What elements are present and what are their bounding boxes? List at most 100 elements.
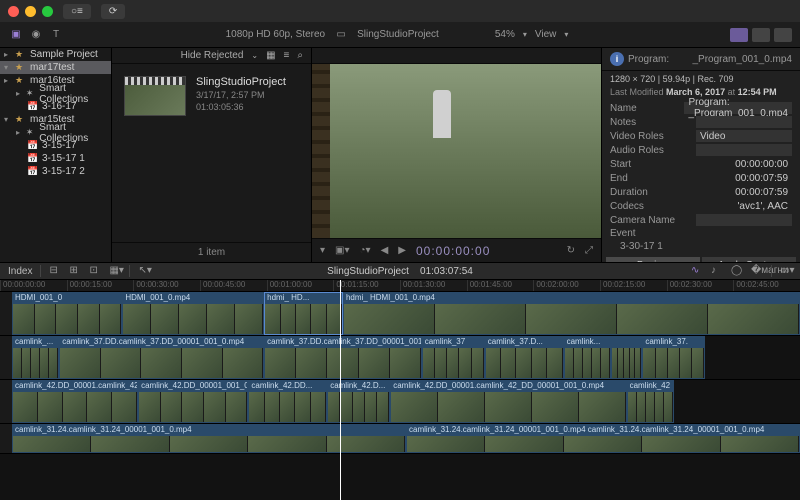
sidebar-item[interactable]: ▾★mar17test — [0, 61, 111, 74]
view-menu[interactable]: View — [535, 29, 557, 40]
loop-icon[interactable]: ↻ — [567, 245, 575, 256]
search-icon[interactable]: ⌕ — [297, 50, 303, 61]
disclosure-icon[interactable]: ▸ — [4, 50, 12, 59]
zoom-window-icon[interactable] — [42, 6, 53, 17]
toolbar-button-1[interactable]: ○≡ — [63, 4, 91, 19]
toolbar-button-2[interactable]: ⟳ — [101, 4, 125, 19]
insert-icon[interactable]: ⊞ — [69, 265, 81, 277]
timeline-clip[interactable]: camlink_42.DD_00001.camlink_42_DD_00001_… — [390, 380, 626, 423]
ruler-tick: 00:00:30:00 — [133, 280, 200, 291]
event-star-icon: ★ — [15, 49, 27, 60]
skimming-icon[interactable]: ∿ — [691, 265, 703, 277]
list-view-icon[interactable]: ≡ — [284, 50, 290, 61]
disclosure-icon[interactable]: ▾ — [4, 115, 12, 124]
inspector-value[interactable] — [696, 214, 792, 226]
app-toolbar: ▣ ◉ T 1080p HD 60p, Stereo ▭ SlingStudio… — [0, 22, 800, 48]
workspace-1-icon[interactable] — [730, 28, 748, 42]
timeline-track[interactable]: camlink_42.DD_00001.camlink_42_DD_00001_… — [0, 380, 800, 424]
inspector-value[interactable]: Program: _Program_001_0.mp4 — [684, 102, 792, 114]
hide-rejected-menu[interactable]: Hide Rejected — [181, 50, 244, 61]
inspector-key: Notes — [610, 117, 696, 128]
timeline-ruler[interactable]: 00:00:00:0000:00:15:0000:00:30:0000:00:4… — [0, 280, 800, 292]
workspace-3-icon[interactable] — [774, 28, 792, 42]
clip-label: HDMI_001_0.mp4 — [123, 293, 263, 304]
index-button[interactable]: Index — [8, 266, 32, 277]
library-icon[interactable]: ▣ — [8, 27, 24, 43]
viewer-image[interactable] — [330, 64, 601, 238]
library-sidebar: ▸★Sample Project▾★mar17test▸★mar16test▸✶… — [0, 48, 112, 262]
sidebar-item[interactable]: 📅3-15-17 1 — [0, 152, 111, 165]
retime-icon[interactable]: ◔▾ — [360, 245, 371, 256]
overwrite-icon[interactable]: ▦▾ — [109, 265, 121, 277]
titles-icon[interactable]: T — [48, 27, 64, 43]
connect-icon[interactable]: ⊟ — [49, 265, 61, 277]
clip-item[interactable]: SlingStudioProject 3/17/17, 2:57 PM 01:0… — [112, 64, 311, 128]
clip-appearance-icon[interactable]: ▭▾ — [780, 265, 792, 277]
disclosure-icon[interactable]: ▸ — [4, 76, 12, 85]
timeline-clip[interactable]: HDMI_001_0 — [12, 292, 122, 335]
timeline-clip[interactable]: camlink_37.DD.camlink_37.DD_00001_001_0.… — [264, 336, 422, 379]
timeline-clip[interactable]: camlink... — [564, 336, 611, 379]
timeline-clip[interactable]: camlink_42.DD_00001_001_0.mp4 — [138, 380, 248, 423]
last-modified-date: March 6, 2017 — [666, 87, 725, 97]
event-star-icon: ★ — [15, 62, 27, 73]
timeline-clip[interactable]: camlink_31.24.camlink_31.24_00001_001_0.… — [12, 424, 406, 453]
timeline-clip[interactable]: camlink_37 — [422, 336, 485, 379]
info-icon[interactable]: i — [610, 52, 624, 66]
audio-skim-icon[interactable]: ♪ — [711, 265, 723, 277]
timeline-clip[interactable]: camlink_42.D... — [327, 380, 390, 423]
timeline-clip[interactable]: camlink_37.DD.camlink_37.DD_00001_001_0.… — [59, 336, 264, 379]
sidebar-item[interactable]: ▸✶Smart Collections — [0, 126, 111, 139]
clip-thumbnail — [124, 76, 186, 116]
collection-icon: ✶ — [26, 88, 36, 99]
workspace-2-icon[interactable] — [752, 28, 770, 42]
prev-frame-icon[interactable]: ◀ — [381, 245, 389, 256]
play-icon[interactable]: ▶ — [398, 245, 406, 256]
mac-titlebar: ○≡ ⟳ — [0, 0, 800, 22]
sidebar-item-label: 3-15-17 1 — [42, 153, 85, 164]
inspector-value: 00:00:00:00 — [696, 158, 792, 170]
inspector-value[interactable] — [696, 116, 792, 128]
timeline-clip[interactable]: hdmi_ HD... — [264, 292, 343, 335]
timeline-clip[interactable]: HDMI_001_0.mp4 — [122, 292, 264, 335]
disclosure-icon[interactable]: ▸ — [16, 128, 23, 137]
inspector-value[interactable]: Video — [696, 130, 792, 142]
arrow-tool-icon[interactable]: ↖▾ — [138, 265, 150, 277]
timeline-clip[interactable]: hdmi_ HDMI_001_0.mp4 — [343, 292, 800, 335]
inspector-value[interactable] — [696, 144, 792, 156]
disclosure-icon[interactable]: ▾ — [4, 63, 12, 72]
tool-menu-icon[interactable]: ▣▾ — [335, 245, 349, 256]
close-window-icon[interactable] — [8, 6, 19, 17]
sidebar-item[interactable]: 📅3-15-17 2 — [0, 165, 111, 178]
timeline-track[interactable]: camlink_...camlink_37.DD.camlink_37.DD_0… — [0, 336, 800, 380]
solo-icon[interactable]: ◯ — [731, 265, 743, 277]
append-icon[interactable]: ⊡ — [89, 265, 101, 277]
disclosure-icon[interactable]: ▸ — [16, 89, 23, 98]
timeline-clip[interactable]: camlink_37. — [642, 336, 705, 379]
timeline[interactable]: 00:00:00:0000:00:15:0000:00:30:0000:00:4… — [0, 280, 800, 500]
fullscreen-icon[interactable]: ⤢ — [585, 245, 593, 256]
sidebar-item[interactable]: ▸★Sample Project — [0, 48, 111, 61]
timeline-clip[interactable]: camlink_... — [12, 336, 59, 379]
media-icon[interactable]: ◉ — [28, 27, 44, 43]
scale-down-icon[interactable]: ▾ — [320, 245, 325, 256]
timeline-clip[interactable]: camlink_37.D... — [485, 336, 564, 379]
clip-label: camlink_37 — [423, 337, 484, 348]
timeline-clip[interactable] — [611, 336, 643, 379]
timeline-track[interactable]: camlink_31.24.camlink_31.24_00001_001_0.… — [0, 424, 800, 454]
timeline-clip[interactable]: camlink_42.DD_00001.camlink_42_DD_00001_… — [12, 380, 138, 423]
inspector-key: End — [610, 173, 696, 184]
timeline-clip[interactable]: camlink_42.DD... — [248, 380, 327, 423]
grid-view-icon[interactable]: ▦ — [266, 50, 275, 61]
timeline-track[interactable]: HDMI_001_0HDMI_001_0.mp4hdmi_ HD...hdmi_… — [0, 292, 800, 336]
inspector-key: Duration — [610, 187, 696, 198]
sidebar-item[interactable]: ▸✶Smart Collections — [0, 87, 111, 100]
timeline-clip[interactable]: camlink_42 — [627, 380, 674, 423]
minimize-window-icon[interactable] — [25, 6, 36, 17]
snap-icon[interactable]: �магни — [751, 265, 763, 277]
playhead[interactable] — [340, 280, 341, 500]
inspector-resolution: 1280 × 720 | 59.94p | Rec. 709 — [602, 71, 800, 87]
zoom-percent[interactable]: 54% — [495, 29, 515, 40]
inspector-key: Video Roles — [610, 131, 696, 142]
timeline-clip[interactable]: camlink_31.24.camlink_31.24_00001_001_0.… — [406, 424, 800, 453]
